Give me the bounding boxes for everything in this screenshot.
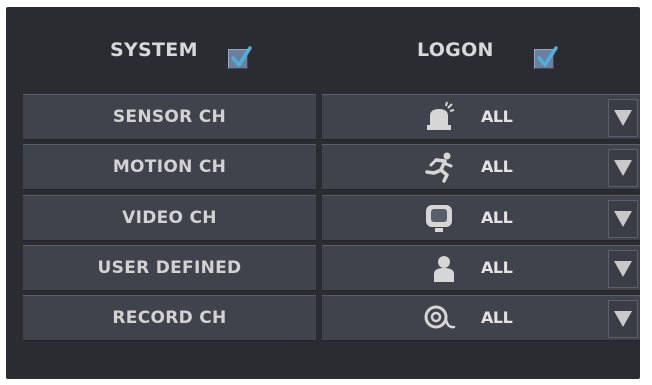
logon-label: LOGON bbox=[417, 39, 494, 61]
video-ch-label: VIDEO CH bbox=[23, 195, 316, 241]
motion-ch-label: MOTION CH bbox=[23, 144, 316, 190]
user-icon bbox=[434, 256, 454, 282]
system-checkbox[interactable] bbox=[228, 46, 252, 69]
video-ch-value: ALL bbox=[481, 208, 513, 227]
sensor-ch-value: ALL bbox=[481, 107, 513, 126]
event-settings-panel: SYSTEM LOGON SENSOR CH ALL MOTION CH ALL… bbox=[6, 7, 640, 379]
user-defined-value: ALL bbox=[481, 258, 513, 277]
video-ch-select[interactable]: ALL bbox=[322, 195, 640, 241]
motion-ch-dropdown-button[interactable] bbox=[608, 149, 638, 187]
chevron-down-icon bbox=[614, 110, 632, 126]
record-ch-select[interactable]: ALL bbox=[322, 295, 640, 341]
checkmark-icon bbox=[537, 46, 558, 67]
system-label: SYSTEM bbox=[110, 39, 198, 61]
record-ch-dropdown-button[interactable] bbox=[608, 300, 638, 338]
user-defined-label: USER DEFINED bbox=[23, 245, 316, 291]
checkmark-icon bbox=[231, 46, 252, 67]
chevron-down-icon bbox=[614, 261, 632, 277]
chevron-down-icon bbox=[614, 160, 632, 176]
chevron-down-icon bbox=[614, 311, 632, 327]
sensor-ch-label: SENSOR CH bbox=[23, 94, 316, 140]
running-man-icon bbox=[425, 152, 453, 183]
user-defined-select[interactable]: ALL bbox=[322, 245, 640, 291]
sensor-ch-select[interactable]: ALL bbox=[322, 94, 640, 140]
chevron-down-icon bbox=[614, 211, 632, 227]
monitor-icon bbox=[426, 205, 452, 232]
motion-ch-select[interactable]: ALL bbox=[322, 144, 640, 190]
record-ch-value: ALL bbox=[481, 308, 513, 327]
video-ch-dropdown-button[interactable] bbox=[608, 200, 638, 238]
user-defined-dropdown-button[interactable] bbox=[608, 250, 638, 288]
sensor-ch-dropdown-button[interactable] bbox=[608, 99, 638, 137]
logon-checkbox[interactable] bbox=[534, 46, 558, 69]
record-icon bbox=[424, 305, 456, 329]
alarm-bell-icon bbox=[427, 101, 455, 130]
record-ch-label: RECORD CH bbox=[23, 295, 316, 341]
motion-ch-value: ALL bbox=[481, 157, 513, 176]
